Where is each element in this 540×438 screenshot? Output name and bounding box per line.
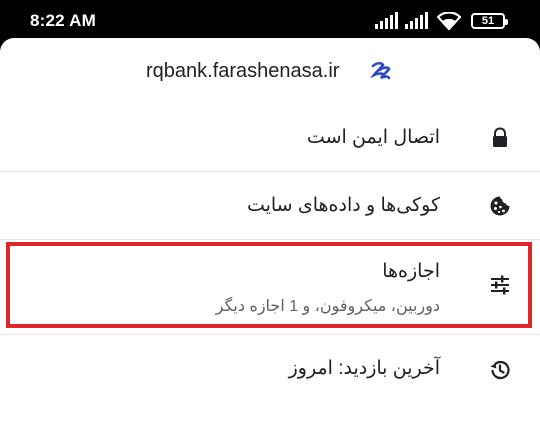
wifi-icon: [437, 12, 461, 30]
cookies-site-data-label: کوکی‌ها و داده‌های سایت: [246, 195, 440, 216]
site-favicon-icon: [370, 61, 391, 80]
signal-icon: [405, 12, 428, 29]
history-icon: [490, 360, 510, 380]
divider: [0, 239, 540, 240]
highlight-box: [6, 242, 532, 328]
lock-icon: [493, 127, 507, 147]
status-bar: 8:22 AM 51: [0, 0, 540, 40]
connection-security-label: اتصال ایمن است: [306, 127, 440, 148]
status-icons: 51: [375, 12, 510, 30]
last-visit-row[interactable]: آخرین بازدید: امروز: [0, 335, 540, 399]
connection-security-row[interactable]: اتصال ایمن است: [0, 108, 540, 170]
status-time: 8:22 AM: [30, 11, 96, 30]
page-info-sheet: rqbank.farashenasa.ir اتصال ایمن است کوک…: [0, 38, 540, 438]
cookie-icon: [490, 196, 510, 216]
last-visit-label: آخرین بازدید: امروز: [288, 358, 440, 379]
site-header: rqbank.farashenasa.ir: [0, 38, 540, 108]
cookies-site-data-row[interactable]: کوکی‌ها و داده‌های سایت: [0, 172, 540, 238]
battery-icon: 51: [471, 13, 508, 29]
signal-icon: [375, 12, 398, 29]
site-domain: rqbank.farashenasa.ir: [146, 60, 340, 82]
